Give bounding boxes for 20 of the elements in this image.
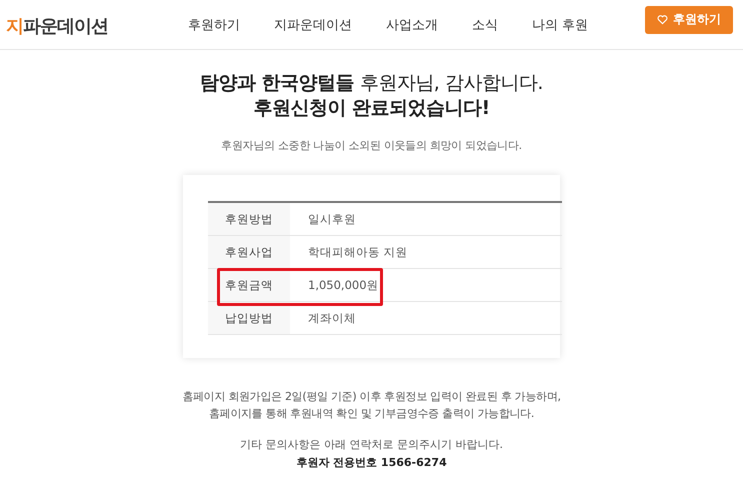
field-value: 계좌이체 — [290, 302, 562, 334]
headline: 탐양과 한국양털들 후원자님, 감사합니다. — [200, 71, 543, 96]
nav-link[interactable]: 사업소개 — [369, 16, 455, 34]
phone-number: 후원자 전용번호 1566-6274 — [296, 455, 447, 471]
notice-text: 홈페이지를 통해 후원내역 확인 및 기부금영수증 출력이 가능합니다. — [208, 406, 534, 422]
notice-text: 홈페이지 회원가입은 2일(평일 기준) 이후 후원정보 입력이 완료된 후 가능하며, — [182, 389, 561, 405]
heart-icon — [657, 14, 668, 25]
nav-link[interactable]: 소식 — [455, 16, 515, 34]
logo[interactable]: 지파운데이션 — [6, 12, 176, 38]
nav-link[interactable]: 나의 후원 — [515, 16, 606, 34]
nav-link[interactable]: 지파운데이션 — [257, 16, 369, 34]
field-value: 학대피해아동 지원 — [290, 236, 562, 268]
field-value: 일시후원 — [290, 202, 562, 236]
field-label: 후원사업 — [208, 236, 290, 268]
subtitle: 후원자님의 소중한 나눔이 소외된 이웃들의 희망이 되었습니다. — [221, 138, 522, 153]
contact-text: 기타 문의사항은 아래 연락처로 문의주시기 바랍니다. — [240, 437, 503, 453]
field-label: 후원방법 — [208, 202, 290, 236]
nav-link[interactable]: 후원하기 — [176, 16, 257, 34]
field-value: 1,050,000원 — [290, 268, 562, 302]
headline: 후원신청이 완료되었습니다! — [253, 96, 490, 121]
